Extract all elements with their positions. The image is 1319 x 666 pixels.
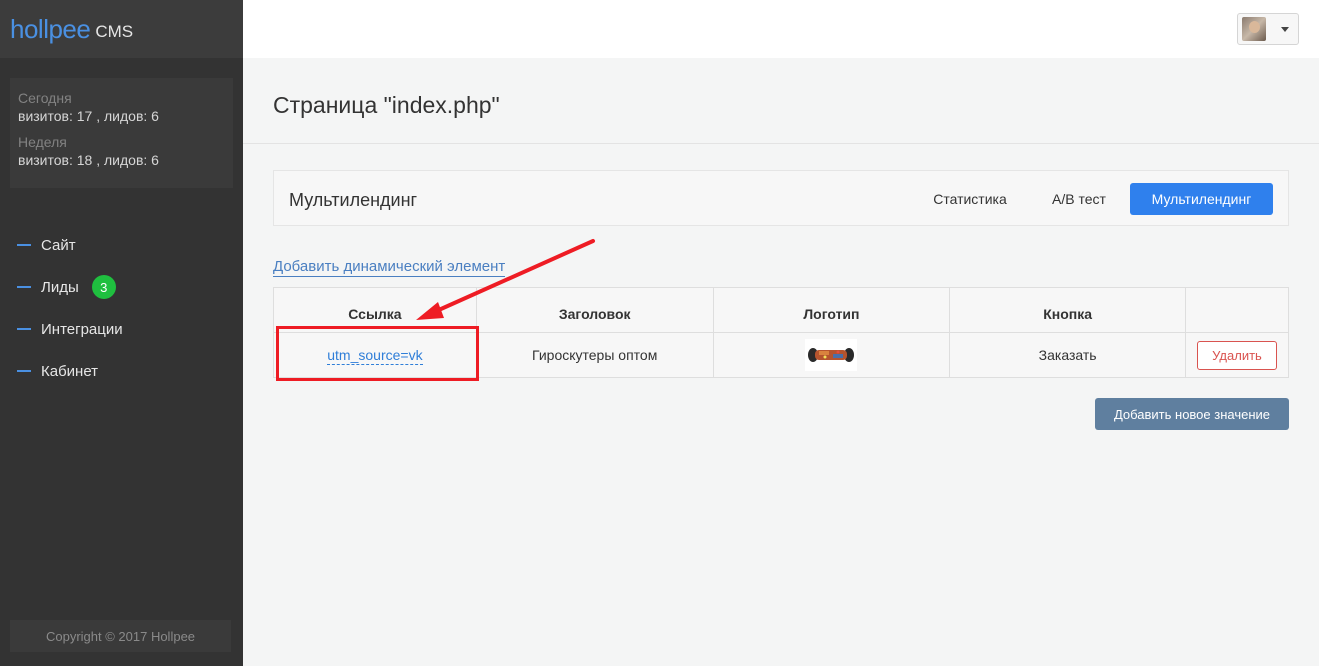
- tab-ab-test[interactable]: A/B тест: [1037, 183, 1121, 215]
- sidebar-item-cabinet[interactable]: Кабинет: [0, 350, 243, 392]
- dash-icon: [17, 370, 31, 372]
- annotation-highlight-box: [276, 326, 479, 381]
- sidebar: hollpee CMS Сегодня визитов: 17 , лидов:…: [0, 0, 243, 666]
- stats-today-value: визитов: 17 , лидов: 6: [18, 108, 159, 124]
- stats-week-value: визитов: 18 , лидов: 6: [18, 152, 159, 168]
- stats-week-label: Неделя: [18, 134, 67, 150]
- sidebar-item-integrations[interactable]: Интеграции: [0, 308, 243, 350]
- main-content: Мультилендинг Статистика A/B тест Мульти…: [243, 145, 1319, 666]
- add-dynamic-element-link[interactable]: Добавить динамический элемент: [273, 258, 506, 277]
- sidebar-item-label: Сайт: [41, 236, 76, 254]
- logo-text: hollpee: [10, 13, 91, 44]
- delete-button[interactable]: Удалить: [1197, 340, 1277, 370]
- sidebar-item-label: Интеграции: [41, 320, 123, 338]
- column-header-button: Кнопка: [949, 287, 1186, 333]
- tab-multilanding[interactable]: Мультилендинг: [1130, 183, 1273, 215]
- add-new-value-button[interactable]: Добавить новое значение: [1095, 398, 1289, 430]
- logo[interactable]: hollpee CMS: [0, 0, 243, 58]
- cell-title: Гироскутеры оптом: [475, 332, 714, 378]
- column-header-logo: Логотип: [712, 287, 951, 333]
- copyright: Copyright © 2017 Hollpee: [10, 620, 231, 652]
- caret-down-icon: [1281, 26, 1289, 32]
- stats-box: Сегодня визитов: 17 , лидов: 6 Неделя ви…: [10, 78, 233, 188]
- sidebar-item-label: Лиды: [41, 278, 79, 296]
- dash-icon: [17, 286, 31, 288]
- cell-button: Заказать: [949, 332, 1186, 378]
- cell-actions: Удалить: [1185, 332, 1289, 378]
- column-header-title: Заголовок: [475, 287, 714, 333]
- dash-icon: [17, 328, 31, 330]
- column-header-actions: [1185, 287, 1289, 333]
- hoverboard-icon: [805, 339, 858, 371]
- sidebar-item-leads[interactable]: Лиды 3: [0, 266, 243, 308]
- tab-statistics[interactable]: Статистика: [917, 183, 1023, 215]
- logo-cms-text: CMS: [95, 22, 134, 41]
- sidebar-nav: Сайт Лиды 3 Интеграции Кабинет: [0, 224, 243, 392]
- sidebar-item-label: Кабинет: [41, 362, 99, 380]
- multilanding-panel: Мультилендинг Статистика A/B тест Мульти…: [273, 170, 1289, 226]
- user-menu-button[interactable]: [1237, 13, 1299, 45]
- panel-title: Мультилендинг: [289, 190, 418, 210]
- page-header: Страница "index.php": [243, 58, 1319, 144]
- stats-today-label: Сегодня: [18, 90, 72, 106]
- avatar: [1242, 17, 1266, 41]
- dash-icon: [17, 244, 31, 246]
- sidebar-item-site[interactable]: Сайт: [0, 224, 243, 266]
- page-title: Страница "index.php": [273, 92, 500, 118]
- cell-logo: [712, 332, 951, 378]
- top-bar: [243, 0, 1319, 58]
- hoverboard-image: [805, 339, 858, 371]
- leads-count-badge: 3: [91, 275, 116, 299]
